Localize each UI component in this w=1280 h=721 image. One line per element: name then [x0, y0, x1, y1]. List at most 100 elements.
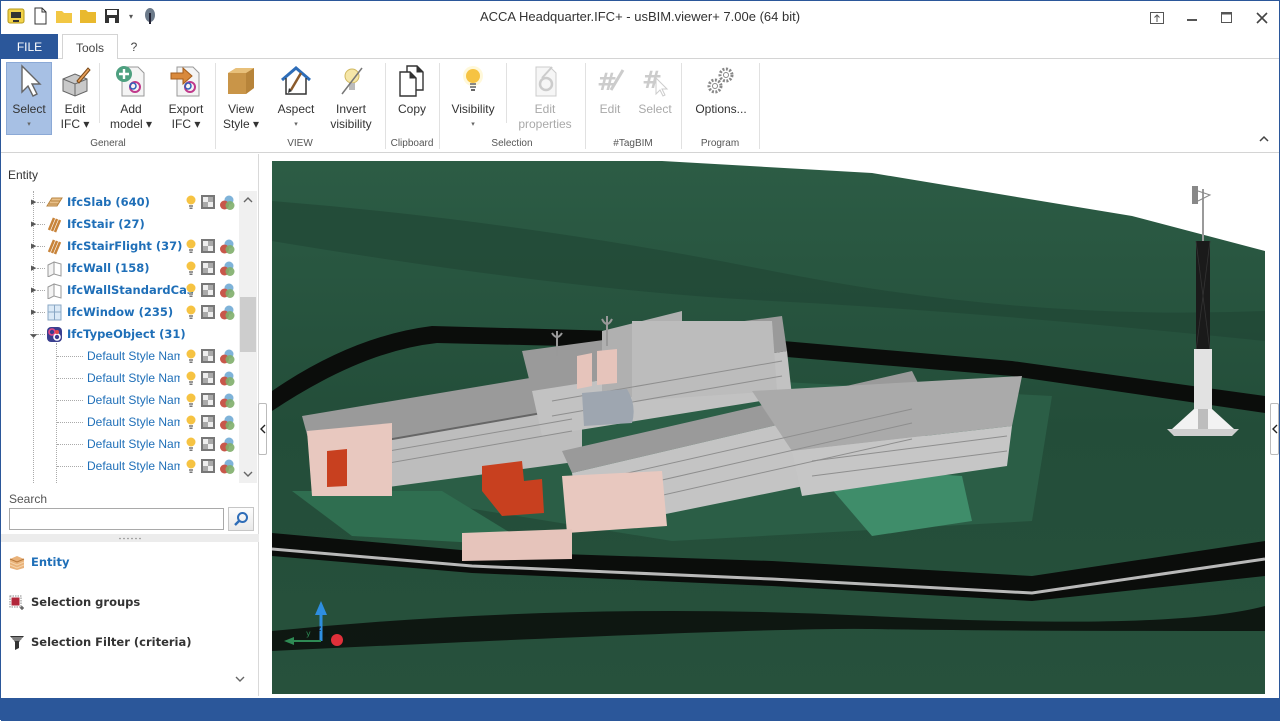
transparency-checker-icon[interactable] — [201, 239, 215, 253]
copy-button[interactable]: Copy — [392, 63, 432, 135]
stair-icon — [47, 217, 62, 232]
expand-arrow-icon[interactable]: ▶ — [31, 264, 36, 272]
transparency-checker-icon[interactable] — [201, 349, 215, 363]
expand-arrow-icon[interactable]: ▶ — [31, 242, 36, 250]
tree-scrollbar[interactable] — [239, 191, 257, 483]
export-ifc-button[interactable]: Export IFC ▾ — [162, 63, 210, 135]
group-label-clipboard: Clipboard — [390, 138, 434, 149]
3d-viewport[interactable]: y x z — [272, 161, 1265, 694]
visibility-bulb-icon[interactable] — [185, 283, 197, 298]
expand-arrow-icon[interactable]: ▶ — [31, 308, 36, 316]
tag-select-icon: # — [637, 63, 673, 99]
tree-row[interactable]: ▶ IfcWindow (235) — [1, 301, 239, 323]
minimize-button[interactable] — [1174, 1, 1209, 34]
collapse-right-panel-button[interactable] — [1270, 403, 1279, 455]
expand-arrow-icon[interactable]: ▶ — [31, 220, 36, 228]
transparency-checker-icon[interactable] — [201, 415, 215, 429]
visibility-bulb-icon[interactable] — [185, 459, 197, 474]
select-button[interactable]: Select ▾ — [6, 62, 52, 135]
nav-entity[interactable]: Entity — [9, 551, 69, 573]
invert-visibility-button[interactable]: Invert visibility — [328, 63, 374, 135]
visibility-bulb-icon[interactable] — [185, 349, 197, 364]
visibility-bulb-icon[interactable] — [185, 305, 197, 320]
visibility-bulb-icon[interactable] — [185, 371, 197, 386]
separator — [759, 63, 760, 149]
tab-tools[interactable]: Tools — [62, 34, 118, 60]
scrollbar-thumb[interactable] — [240, 297, 256, 352]
scroll-up-button[interactable] — [239, 191, 257, 209]
aspect-button[interactable]: Aspect ▾ — [274, 63, 318, 135]
color-rgb-icon[interactable] — [219, 371, 235, 386]
color-rgb-icon[interactable] — [219, 437, 235, 452]
maximize-button[interactable] — [1209, 1, 1244, 34]
close-button[interactable] — [1244, 1, 1279, 34]
list-item[interactable]: Default Style Name — [1, 455, 239, 477]
tab-file[interactable]: FILE — [1, 34, 58, 59]
color-rgb-icon[interactable] — [219, 415, 235, 430]
restore-up-button[interactable] — [1139, 1, 1174, 34]
list-item[interactable]: Default Style Name — [1, 433, 239, 455]
color-rgb-icon[interactable] — [219, 195, 235, 210]
collapse-ribbon-button[interactable] — [1259, 135, 1269, 146]
collapse-left-panel-button[interactable] — [258, 403, 267, 455]
visibility-bulb-icon[interactable] — [185, 415, 197, 430]
color-rgb-icon[interactable] — [219, 261, 235, 276]
transparency-checker-icon[interactable] — [201, 371, 215, 385]
tree-row[interactable]: ▶ IfcWallStandardCas — [1, 279, 239, 301]
model-render[interactable]: y x z — [272, 161, 1265, 694]
search-button[interactable] — [228, 507, 254, 531]
tab-help[interactable]: ? — [127, 34, 141, 59]
grip-dots-icon — [119, 537, 141, 539]
color-rgb-icon[interactable] — [219, 239, 235, 254]
add-model-button[interactable]: Add model ▾ — [106, 63, 156, 135]
nav-selection-groups[interactable]: Selection groups — [9, 591, 140, 613]
view-style-button[interactable]: View Style ▾ — [221, 63, 261, 135]
search-input[interactable] — [9, 508, 224, 530]
separator — [99, 63, 100, 123]
nav-selection-filter[interactable]: Selection Filter (criteria) — [9, 631, 192, 653]
tree-row[interactable]: ▶ IfcWall (158) — [1, 257, 239, 279]
list-item[interactable]: Default Style Name — [1, 389, 239, 411]
red-door — [327, 449, 347, 487]
color-rgb-icon[interactable] — [219, 305, 235, 320]
tree-row[interactable]: ▶ IfcStairFlight (37) — [1, 235, 239, 257]
visibility-bulb-icon[interactable] — [185, 437, 197, 452]
transparency-checker-icon[interactable] — [201, 437, 215, 451]
transparency-checker-icon[interactable] — [201, 195, 215, 209]
expand-arrow-icon[interactable]: ▶ — [31, 286, 36, 294]
chevron-up-icon — [1259, 135, 1269, 142]
more-nav-button[interactable] — [235, 674, 245, 685]
tree-row[interactable]: ▶ IfcSlab (640) — [1, 191, 239, 213]
transparency-checker-icon[interactable] — [201, 393, 215, 407]
separator — [506, 63, 507, 123]
visibility-bulb-icon[interactable] — [185, 261, 197, 276]
list-item[interactable]: Default Style Name — [1, 345, 239, 367]
visibility-bulb-icon[interactable] — [185, 239, 197, 254]
edit-ifc-button[interactable]: Edit IFC ▾ — [56, 63, 94, 135]
invert-visibility-icon — [333, 63, 369, 99]
panel-splitter[interactable] — [1, 534, 259, 542]
tagbim-select-button[interactable]: # Select — [635, 63, 675, 135]
scroll-down-button[interactable] — [239, 465, 257, 483]
transparency-checker-icon[interactable] — [201, 283, 215, 297]
color-rgb-icon[interactable] — [219, 459, 235, 474]
view-style-cube-icon — [223, 63, 259, 99]
visibility-button[interactable]: Visibility ▾ — [447, 63, 499, 135]
options-button[interactable]: Options... — [691, 63, 751, 135]
tagbim-edit-button[interactable]: # Edit — [593, 63, 627, 135]
color-rgb-icon[interactable] — [219, 349, 235, 364]
color-rgb-icon[interactable] — [219, 283, 235, 298]
list-item[interactable]: Default Style Name — [1, 411, 239, 433]
transparency-checker-icon[interactable] — [201, 261, 215, 275]
transparency-checker-icon[interactable] — [201, 459, 215, 473]
tree-row[interactable]: ◢ IfcTypeObject (31) — [1, 323, 239, 345]
transparency-checker-icon[interactable] — [201, 305, 215, 319]
expand-arrow-icon[interactable]: ▶ — [31, 198, 36, 206]
visibility-bulb-icon[interactable] — [185, 393, 197, 408]
list-item[interactable]: Default Style Name — [1, 367, 239, 389]
tree-row[interactable]: ▶ IfcStair (27) — [1, 213, 239, 235]
visibility-bulb-icon[interactable] — [185, 195, 197, 210]
color-rgb-icon[interactable] — [219, 393, 235, 408]
edit-properties-button[interactable]: Edit properties — [513, 63, 577, 135]
filter-icon — [10, 636, 24, 650]
